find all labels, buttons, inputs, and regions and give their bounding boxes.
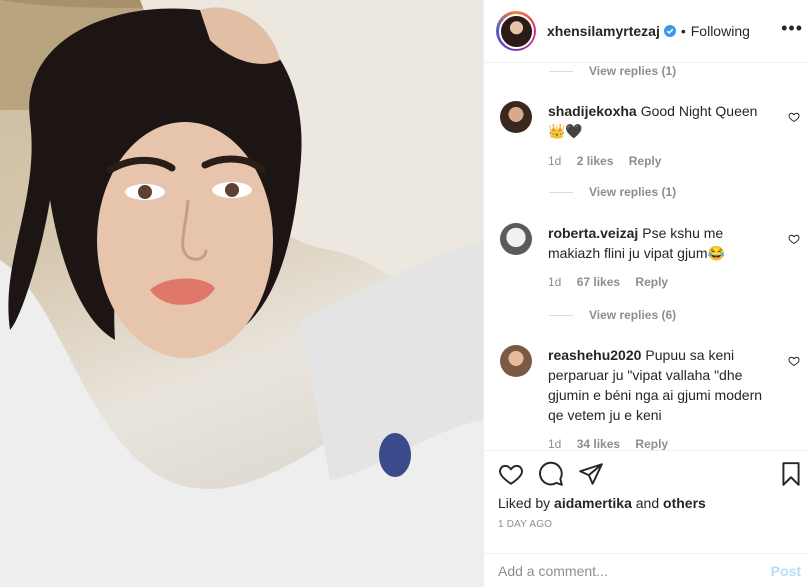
view-replies-label: View replies (6)	[589, 308, 677, 322]
verified-badge-icon	[663, 25, 676, 37]
like-heart-icon[interactable]	[498, 461, 524, 487]
comment-body: roberta.veizaj Pse kshu me makiazh flini …	[548, 223, 778, 263]
comment-item: reashehu2020 Pupuu sa keni perparuar ju "…	[500, 345, 800, 450]
view-replies-button[interactable]: View replies (6)	[549, 308, 676, 322]
replies-line	[549, 191, 573, 193]
liked-by-text: Liked by aidamertika and others	[498, 495, 706, 511]
comment-likes[interactable]: 34 likes	[577, 437, 620, 450]
comments-list: View replies (1) shadijekoxha Good Night …	[484, 63, 810, 450]
comment-reply-button[interactable]: Reply	[635, 275, 668, 289]
replies-line	[549, 70, 573, 72]
comment-meta: 1d 2 likes Reply	[548, 154, 673, 168]
commenter-username[interactable]: reashehu2020	[548, 347, 641, 363]
post-photo	[0, 0, 483, 587]
liked-by-user-link[interactable]: aidamertika	[554, 495, 632, 511]
view-replies-label: View replies (1)	[589, 64, 677, 78]
liked-by-prefix: Liked by	[498, 495, 555, 511]
comment-meta: 1d 34 likes Reply	[548, 437, 680, 450]
comment-bubble-icon[interactable]	[538, 461, 564, 487]
view-replies-button[interactable]: View replies (1)	[549, 185, 676, 199]
comment-likes[interactable]: 2 likes	[577, 154, 614, 168]
author-username[interactable]: xhensilamyrtezaj	[547, 23, 660, 39]
comment-reply-button[interactable]: Reply	[635, 437, 668, 450]
replies-line	[549, 314, 573, 316]
post-panel: xhensilamyrtezaj • Following ••• View re…	[483, 0, 810, 587]
post-photo-illustration	[0, 0, 483, 587]
follow-button[interactable]: Following	[691, 23, 750, 39]
author-avatar-image	[498, 13, 534, 49]
comment-like-heart-icon[interactable]	[788, 355, 800, 367]
commenter-avatar[interactable]	[500, 101, 532, 133]
comment-meta: 1d 67 likes Reply	[548, 275, 680, 289]
commenter-username[interactable]: roberta.veizaj	[548, 225, 638, 241]
comment-input[interactable]	[498, 562, 771, 579]
liked-by-others-link[interactable]: others	[663, 495, 706, 511]
comment-age: 1d	[548, 437, 562, 450]
comment-body: reashehu2020 Pupuu sa keni perparuar ju "…	[548, 345, 778, 425]
post-comment-button[interactable]: Post	[771, 563, 801, 579]
post-header: xhensilamyrtezaj • Following •••	[484, 0, 810, 63]
separator-dot: •	[680, 23, 686, 39]
commenter-username[interactable]: shadijekoxha	[548, 103, 637, 119]
comment-age: 1d	[548, 275, 562, 289]
commenter-avatar[interactable]	[500, 223, 532, 255]
post-actions: Liked by aidamertika and others 1 DAY AG…	[484, 450, 810, 560]
commenter-avatar[interactable]	[500, 345, 532, 377]
post-timestamp[interactable]: 1 DAY AGO	[498, 519, 552, 530]
comment-like-heart-icon[interactable]	[788, 111, 800, 123]
view-replies-label: View replies (1)	[589, 185, 677, 199]
comment-age: 1d	[548, 154, 562, 168]
comment-like-heart-icon[interactable]	[788, 233, 800, 245]
liked-by-and: and	[631, 495, 664, 511]
author-avatar[interactable]	[496, 11, 536, 51]
comment-composer: Post	[484, 553, 810, 587]
comment-body: shadijekoxha Good Night Queen 👑🖤	[548, 101, 778, 141]
share-send-icon[interactable]	[578, 461, 604, 487]
comment-reply-button[interactable]: Reply	[629, 154, 662, 168]
more-options-icon[interactable]: •••	[781, 19, 803, 37]
view-replies-button[interactable]: View replies (1)	[549, 64, 676, 78]
save-bookmark-icon[interactable]	[778, 461, 804, 487]
comment-likes[interactable]: 67 likes	[577, 275, 620, 289]
